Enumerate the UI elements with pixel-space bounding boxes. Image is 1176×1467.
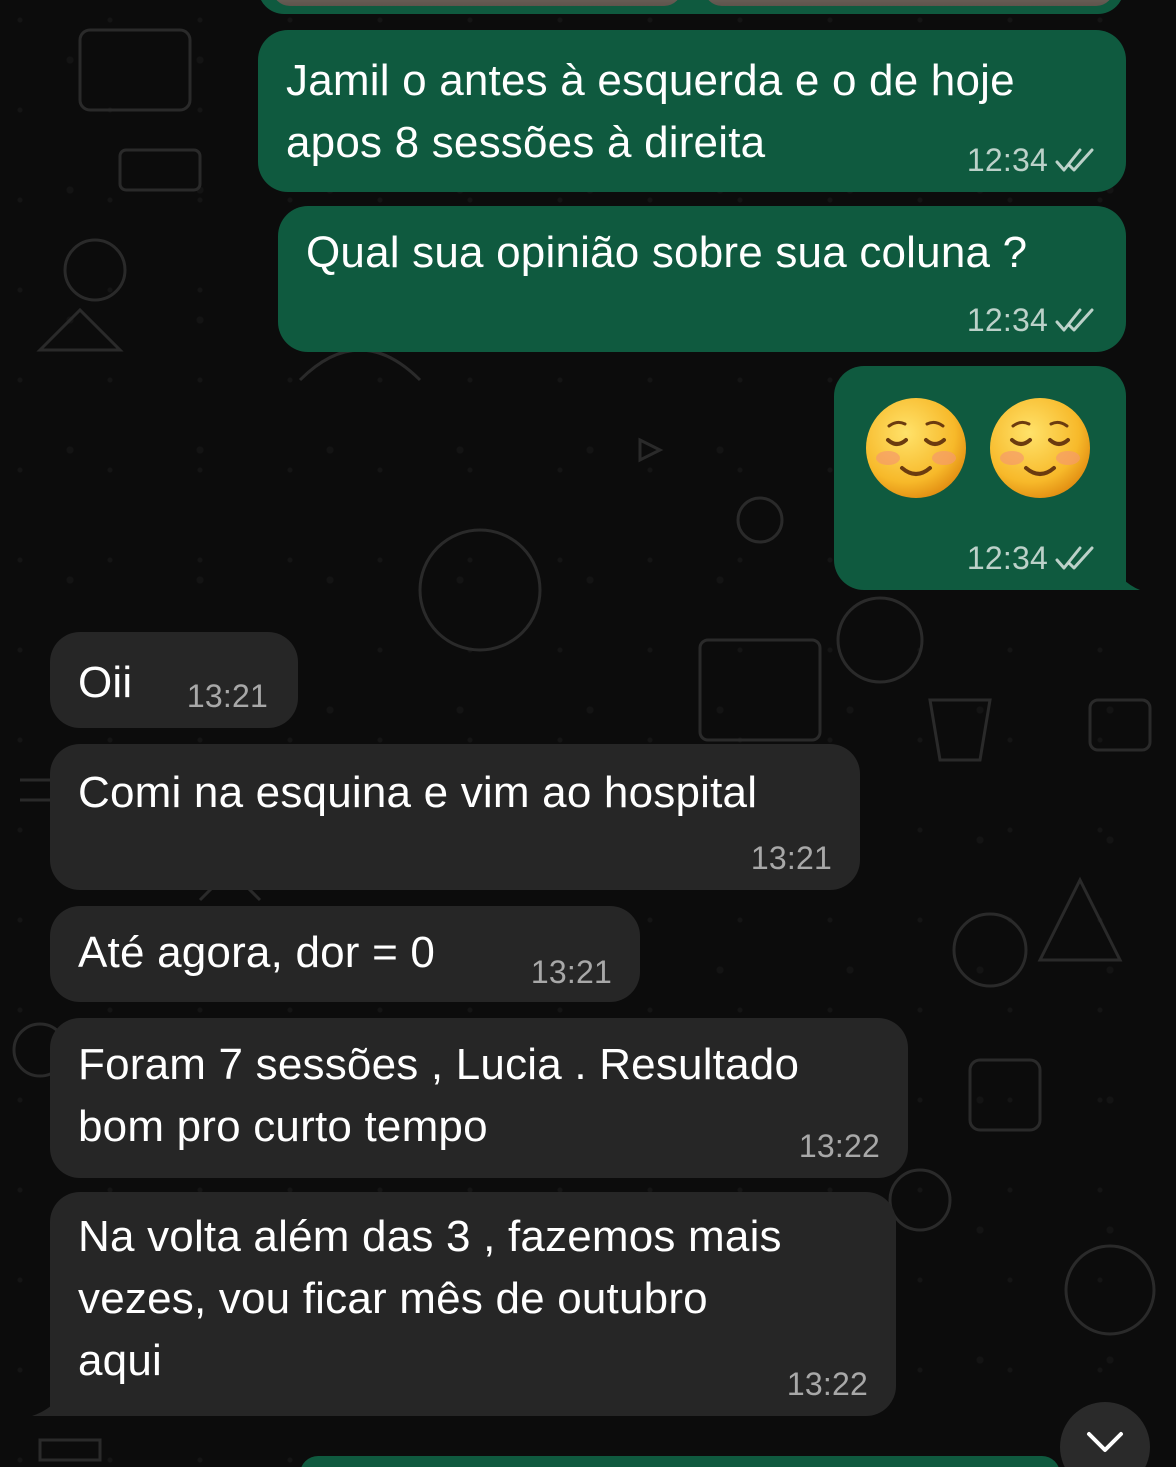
message-time: 13:21 (530, 954, 612, 990)
smiling-face-icon (866, 398, 966, 498)
message-meta: 13:21 (531, 954, 612, 990)
message-time: 13:22 (786, 1366, 868, 1402)
message-text: Na volta além das 3 , fazemos mais vezes… (78, 1212, 782, 1385)
message-bubble-incoming[interactable]: Até agora, dor = 0 13:21 (50, 906, 640, 1002)
message-bubble-outgoing[interactable]: Qual sua opinião sobre sua coluna ? 12:3… (278, 206, 1126, 352)
image-message-partial[interactable] (258, 0, 1124, 14)
message-time: 12:34 (966, 302, 1048, 338)
message-meta: 13:22 (787, 1366, 868, 1402)
message-meta: 13:22 (799, 1128, 880, 1164)
message-meta: 12:34 (967, 142, 1098, 178)
double-check-icon (1055, 546, 1094, 570)
bubble-tail (32, 1386, 66, 1416)
message-bubble-incoming[interactable]: Foram 7 sessões , Lucia . Resultado bom … (50, 1018, 908, 1178)
message-meta: 12:34 (967, 540, 1098, 576)
message-text: Qual sua opinião sobre sua coluna ? (306, 228, 1028, 277)
double-check-icon (1055, 148, 1094, 172)
message-meta: 12:34 (967, 302, 1098, 338)
message-text: Foram 7 sessões , Lucia . Resultado bom … (78, 1040, 800, 1151)
emoji-row (864, 396, 1092, 500)
message-bubble-outgoing-partial[interactable] (300, 1456, 1060, 1467)
chevron-down-icon (1087, 1432, 1123, 1452)
message-time: 12:34 (966, 142, 1048, 178)
message-time: 12:34 (966, 540, 1048, 576)
message-bubble-incoming[interactable]: Comi na esquina e vim ao hospital 13:21 (50, 744, 860, 890)
photo-before[interactable] (272, 0, 682, 6)
message-time: 13:21 (750, 840, 832, 876)
message-meta: 13:21 (187, 678, 268, 714)
message-meta: 13:21 (751, 840, 832, 876)
message-bubble-incoming[interactable]: Oii 13:21 (50, 632, 298, 728)
bubble-tail (1110, 560, 1140, 590)
message-bubble-outgoing-emoji[interactable]: 12:34 (834, 366, 1140, 590)
smiling-face-icon (990, 398, 1090, 498)
message-bubble-outgoing[interactable]: Jamil o antes à esquerda e o de hoje apo… (258, 30, 1126, 192)
message-text: Comi na esquina e vim ao hospital (78, 768, 758, 817)
message-time: 13:22 (798, 1128, 880, 1164)
message-bubble-incoming[interactable]: Na volta além das 3 , fazemos mais vezes… (32, 1192, 896, 1416)
message-time: 13:21 (186, 678, 268, 714)
double-check-icon (1055, 308, 1094, 332)
photo-after[interactable] (704, 0, 1114, 6)
